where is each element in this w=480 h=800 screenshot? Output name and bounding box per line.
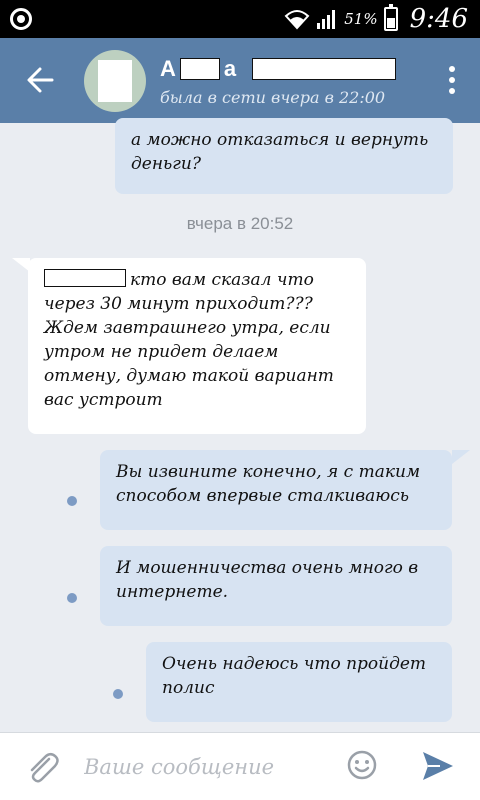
message-bubble-outgoing[interactable]: Очень надеюсь что пройдет полис bbox=[146, 642, 452, 722]
clock: 9:46 bbox=[409, 4, 468, 34]
paperclip-icon[interactable] bbox=[22, 747, 62, 787]
unread-dot bbox=[67, 496, 77, 506]
date-separator: вчера в 20:52 bbox=[186, 214, 294, 233]
more-vert-icon[interactable] bbox=[446, 66, 458, 96]
chat-header: А а была в сети вчера в 22:00 bbox=[0, 38, 480, 123]
signal-icon bbox=[317, 10, 336, 29]
battery-icon bbox=[383, 4, 398, 31]
bubble-tail bbox=[452, 450, 470, 464]
message-input[interactable] bbox=[84, 747, 334, 787]
surname-redaction bbox=[252, 58, 397, 80]
unread-dot bbox=[113, 689, 123, 699]
contact-status: была в сети вчера в 22:00 bbox=[160, 88, 386, 107]
emoji-icon[interactable] bbox=[346, 749, 378, 781]
contact-name-start: А bbox=[160, 56, 176, 81]
message-bubble-incoming[interactable]: кто вам сказал что через 30 минут приход… bbox=[28, 258, 366, 434]
battery-percent: 51% bbox=[344, 10, 378, 28]
avatar-redaction bbox=[98, 60, 132, 102]
unread-dot bbox=[67, 593, 77, 603]
back-arrow-icon[interactable] bbox=[22, 62, 62, 98]
status-bar: 51% 9:46 bbox=[0, 0, 480, 38]
message-bubble-outgoing[interactable]: а можно отказаться и вернуть деньги? bbox=[115, 118, 453, 194]
name-redaction bbox=[44, 269, 126, 287]
avatar[interactable] bbox=[84, 50, 146, 112]
composer-bar bbox=[0, 732, 480, 800]
app-badge-icon bbox=[10, 8, 32, 30]
message-text: кто вам сказал что через 30 минут приход… bbox=[44, 270, 334, 410]
contact-name[interactable]: А а bbox=[160, 56, 397, 82]
message-bubble-outgoing[interactable]: И мошенничества очень много в интернете. bbox=[100, 546, 452, 626]
status-icons: 51% 9:46 bbox=[284, 2, 468, 36]
name-redaction bbox=[179, 58, 220, 80]
message-bubble-outgoing[interactable]: Вы извините конечно, я с таким способом … bbox=[100, 450, 452, 530]
contact-name-mid: а bbox=[223, 56, 237, 81]
wifi-icon bbox=[284, 10, 310, 30]
send-icon[interactable] bbox=[420, 749, 456, 783]
